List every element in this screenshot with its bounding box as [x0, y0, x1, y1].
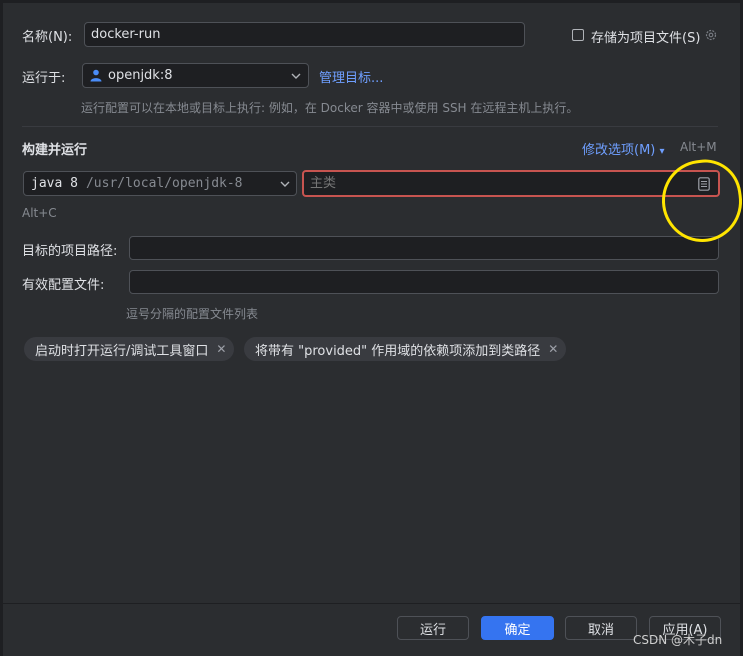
active-profiles-field[interactable] — [129, 270, 719, 294]
chevron-down-icon — [280, 181, 290, 187]
manage-targets-link[interactable]: 管理目标... — [319, 67, 383, 86]
name-field[interactable] — [84, 22, 525, 47]
store-as-project-label: 存储为项目文件(S) — [591, 31, 701, 46]
jdk-select[interactable]: java 8 /usr/local/openjdk-8 — [23, 171, 297, 196]
watermark: CSDN @木子dn — [633, 633, 723, 647]
name-input[interactable] — [85, 23, 524, 46]
highlight-annotation — [656, 154, 743, 248]
jdk-name: java 8 — [31, 176, 78, 191]
main-class-field[interactable] — [302, 170, 720, 197]
target-path-input[interactable] — [130, 237, 718, 259]
window-top-edge — [0, 0, 743, 3]
name-label: 名称(N): — [22, 30, 73, 45]
chip-label: 将带有 "provided" 作用域的依赖项添加到类路径 — [255, 343, 541, 359]
run-on-target-select[interactable]: openjdk:8 — [82, 63, 309, 88]
store-as-project-checkbox[interactable] — [572, 29, 584, 41]
gear-icon[interactable] — [704, 28, 718, 42]
window-left-edge — [0, 0, 3, 656]
target-path-label: 目标的项目路径: — [22, 244, 118, 259]
chip-open-run-debug-window[interactable]: 启动时打开运行/调试工具窗口 ✕ — [24, 337, 235, 361]
run-on-label: 运行于: — [22, 71, 66, 86]
cancel-button[interactable]: 取消 — [565, 616, 637, 640]
chip-add-provided-deps[interactable]: 将带有 "provided" 作用域的依赖项添加到类路径 ✕ — [244, 337, 567, 361]
chevron-down-icon — [291, 73, 301, 79]
run-on-target-value: openjdk:8 — [108, 68, 173, 83]
chip-label: 启动时打开运行/调试工具窗口 — [35, 343, 209, 359]
target-path-field[interactable] — [129, 236, 719, 260]
docker-user-icon — [90, 69, 102, 82]
jdk-path: /usr/local/openjdk-8 — [85, 176, 243, 191]
main-class-input[interactable] — [304, 172, 718, 195]
section-separator — [22, 126, 718, 127]
modify-options-link[interactable]: 修改选项(M) ▾ — [582, 139, 665, 158]
ok-button[interactable]: 确定 — [481, 616, 554, 640]
close-icon[interactable]: ✕ — [216, 342, 226, 356]
close-icon[interactable]: ✕ — [548, 342, 558, 356]
active-profiles-hint: 逗号分隔的配置文件列表 — [126, 307, 259, 321]
main-class-shortcut-hint: Alt+C — [22, 206, 57, 220]
modify-options-shortcut: Alt+M — [680, 140, 717, 154]
active-profiles-label: 有效配置文件: — [22, 278, 105, 293]
build-run-title: 构建并运行 — [22, 143, 88, 158]
run-button[interactable]: 运行 — [397, 616, 469, 640]
footer-separator — [3, 603, 740, 604]
run-on-hint: 运行配置可以在本地或目标上执行: 例如，在 Docker 容器中或使用 SSH … — [81, 101, 579, 115]
active-profiles-input[interactable] — [130, 271, 718, 293]
